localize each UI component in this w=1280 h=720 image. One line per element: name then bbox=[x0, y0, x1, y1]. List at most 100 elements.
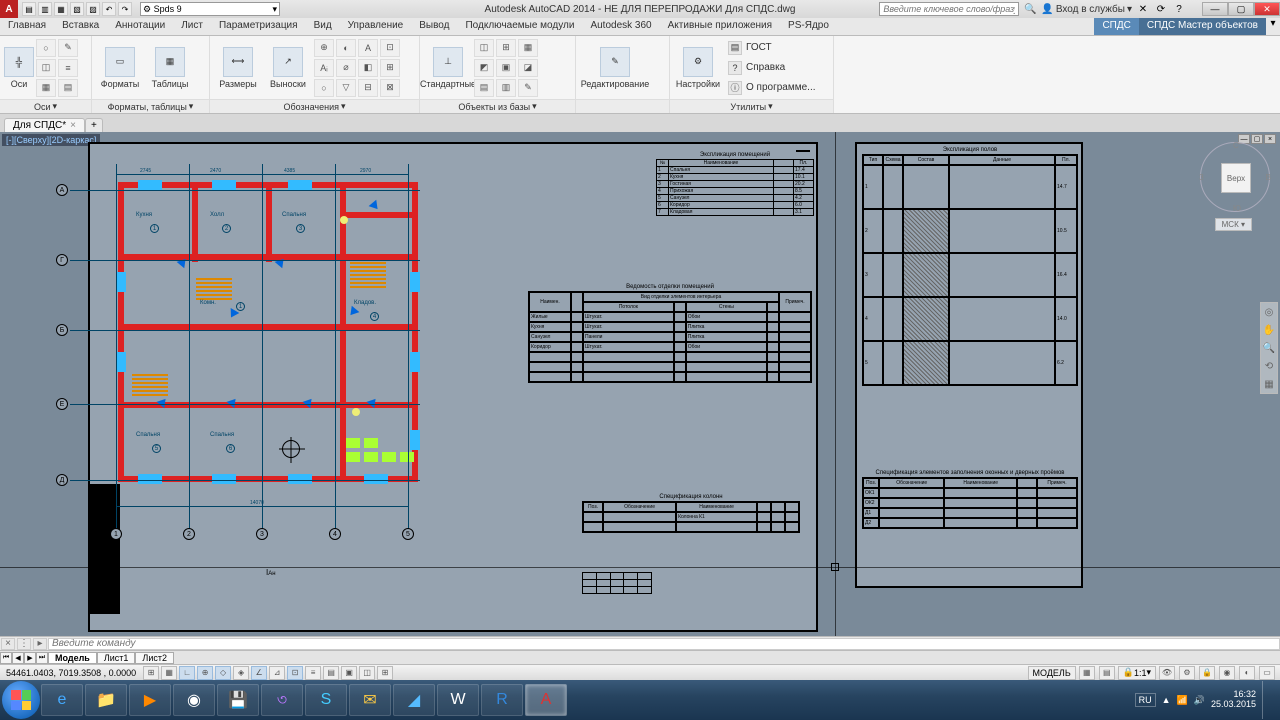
about-button[interactable]: ⓘО программе... bbox=[724, 79, 820, 97]
osnap3d-toggle[interactable]: ◈ bbox=[233, 666, 249, 680]
quickview-drawings-icon[interactable]: ▤ bbox=[1099, 666, 1115, 680]
viewport-label[interactable]: [-][Сверху][2D-каркас] bbox=[2, 134, 100, 146]
help-search-input[interactable] bbox=[879, 2, 1019, 16]
ann-7[interactable]: ◧ bbox=[358, 59, 378, 77]
taskbar-revit-icon[interactable]: R bbox=[481, 684, 523, 716]
coordinates-readout[interactable]: 54461.0403, 7019.3508 , 0.0000 bbox=[0, 668, 142, 678]
nav-showmotion-icon[interactable]: ▦ bbox=[1261, 375, 1277, 393]
tab-home[interactable]: Главная bbox=[0, 18, 54, 35]
ducs-toggle[interactable]: ⊿ bbox=[269, 666, 285, 680]
osnap-toggle[interactable]: ◇ bbox=[215, 666, 231, 680]
tab-output[interactable]: Вывод bbox=[411, 18, 457, 35]
taskbar-chrome-icon[interactable]: ◉ bbox=[173, 684, 215, 716]
db-7[interactable]: ▤ bbox=[474, 79, 494, 97]
sc-toggle[interactable]: ◫ bbox=[359, 666, 375, 680]
layout-nav-last[interactable]: ⏭ bbox=[36, 652, 48, 664]
maximize-button[interactable]: ▢ bbox=[1228, 2, 1254, 16]
qat-open-icon[interactable]: ▥ bbox=[38, 2, 52, 16]
ann-2[interactable]: ◐ bbox=[336, 39, 356, 57]
language-indicator[interactable]: RU bbox=[1135, 693, 1156, 707]
cmdline-close-icon[interactable]: × bbox=[1, 638, 15, 650]
drawing-area[interactable]: [-][Сверху][2D-каркас] — ▢ × bbox=[0, 132, 1280, 636]
start-button[interactable] bbox=[2, 681, 40, 719]
qat-plot-icon[interactable]: ▨ bbox=[86, 2, 100, 16]
quickview-layouts-icon[interactable]: ▦ bbox=[1079, 666, 1095, 680]
am-toggle[interactable]: ⊞ bbox=[377, 666, 393, 680]
db-6[interactable]: ◪ bbox=[518, 59, 538, 77]
dyn-toggle[interactable]: ⊡ bbox=[287, 666, 303, 680]
ann-4[interactable]: ⊡ bbox=[380, 39, 400, 57]
model-space-button[interactable]: МОДЕЛЬ bbox=[1028, 666, 1076, 680]
help-button[interactable]: ?Справка bbox=[724, 59, 820, 77]
view-cube-face[interactable]: Верх bbox=[1221, 163, 1251, 193]
panel-formats-title[interactable]: Форматы, таблицы ▾ bbox=[92, 99, 209, 113]
ann-3[interactable]: A bbox=[358, 39, 378, 57]
qp-toggle[interactable]: ▣ bbox=[341, 666, 357, 680]
new-document-tab[interactable]: + bbox=[85, 118, 103, 132]
formats-button[interactable]: ▭Форматы bbox=[96, 47, 144, 89]
otrack-toggle[interactable]: ∠ bbox=[251, 666, 267, 680]
taskbar-ie-icon[interactable]: e bbox=[41, 684, 83, 716]
tab-layout[interactable]: Лист bbox=[173, 18, 211, 35]
nav-zoom-icon[interactable]: 🔍 bbox=[1261, 339, 1277, 357]
db-2[interactable]: ⊞ bbox=[496, 39, 516, 57]
tables-button[interactable]: ▦Таблицы bbox=[146, 47, 194, 89]
tab-a360[interactable]: Autodesk 360 bbox=[582, 18, 659, 35]
workspace-combo[interactable]: ⚙ Spds 9▾ bbox=[140, 2, 280, 16]
command-input[interactable] bbox=[48, 638, 1280, 650]
taskbar-explorer-icon[interactable]: 📁 bbox=[85, 684, 127, 716]
ann-10[interactable]: ▽ bbox=[336, 79, 356, 97]
db-9[interactable]: ✎ bbox=[518, 79, 538, 97]
document-tab[interactable]: Для СПДС*× bbox=[4, 118, 85, 132]
polar-toggle[interactable]: ⊕ bbox=[197, 666, 213, 680]
axes-tool-4[interactable]: ≡ bbox=[58, 59, 78, 77]
layout-nav-first[interactable]: ⏮ bbox=[0, 652, 12, 664]
tray-volume-icon[interactable]: 🔊 bbox=[1194, 695, 1205, 706]
leaders-button[interactable]: ↗Выноски bbox=[264, 47, 312, 89]
tray-network-icon[interactable]: 📶 bbox=[1177, 695, 1188, 706]
nav-wheel-icon[interactable]: ◎ bbox=[1261, 303, 1277, 321]
layout-nav-next[interactable]: ▶ bbox=[24, 652, 36, 664]
ann-12[interactable]: ⊠ bbox=[380, 79, 400, 97]
search-icon[interactable]: 🔍 bbox=[1023, 2, 1037, 16]
ortho-toggle[interactable]: ∟ bbox=[179, 666, 195, 680]
tpy-toggle[interactable]: ▤ bbox=[323, 666, 339, 680]
dimensions-button[interactable]: ⟷Размеры bbox=[214, 47, 262, 89]
taskbar-autocad-icon[interactable]: A bbox=[525, 684, 567, 716]
taskbar-media-icon[interactable]: ▶ bbox=[129, 684, 171, 716]
tab-view[interactable]: Вид bbox=[306, 18, 340, 35]
cmdline-options-icon[interactable]: ⋮ bbox=[17, 638, 31, 650]
axes-tool-5[interactable]: ▦ bbox=[36, 79, 56, 97]
close-tab-icon[interactable]: × bbox=[70, 120, 76, 131]
snap-toggle[interactable]: ⊞ bbox=[143, 666, 159, 680]
axes-tool-1[interactable]: ○ bbox=[36, 39, 56, 57]
layout-tab-1[interactable]: Лист1 bbox=[97, 652, 136, 664]
db-8[interactable]: ▥ bbox=[496, 79, 516, 97]
edit-button[interactable]: ✎Редактирование bbox=[580, 47, 650, 89]
tab-insert[interactable]: Вставка bbox=[54, 18, 107, 35]
panel-axes-title[interactable]: Оси ▾ bbox=[0, 99, 91, 113]
tab-plugins[interactable]: Подключаемые модули bbox=[457, 18, 582, 35]
isolate-objects-icon[interactable]: ◐ bbox=[1239, 666, 1255, 680]
app-menu-icon[interactable]: A bbox=[0, 0, 18, 18]
hardware-accel-icon[interactable]: ◉ bbox=[1219, 666, 1235, 680]
settings-button[interactable]: ⚙Настройки bbox=[674, 47, 722, 89]
workspace-switch-icon[interactable]: ⚙ bbox=[1179, 666, 1195, 680]
taskbar-app4-icon[interactable]: ◢ bbox=[393, 684, 435, 716]
axes-tool-3[interactable]: ◫ bbox=[36, 59, 56, 77]
ann-11[interactable]: ⊟ bbox=[358, 79, 378, 97]
gost-button[interactable]: ▤ГОСТ bbox=[724, 39, 820, 57]
show-desktop-button[interactable] bbox=[1262, 681, 1272, 719]
minimize-button[interactable]: — bbox=[1202, 2, 1228, 16]
ann-5[interactable]: Aᵢ bbox=[314, 59, 334, 77]
clean-screen-icon[interactable]: ▭ bbox=[1259, 666, 1275, 680]
sign-in-button[interactable]: 👤Вход в службы▾ bbox=[1041, 4, 1132, 15]
db-5[interactable]: ▣ bbox=[496, 59, 516, 77]
grid-toggle[interactable]: ▦ bbox=[161, 666, 177, 680]
qat-redo-icon[interactable]: ↷ bbox=[118, 2, 132, 16]
taskbar-word-icon[interactable]: W bbox=[437, 684, 479, 716]
taskbar-swirl-icon[interactable]: ৩ bbox=[261, 684, 303, 716]
qat-save-icon[interactable]: ▦ bbox=[54, 2, 68, 16]
stay-connected-icon[interactable]: ⟳ bbox=[1154, 2, 1168, 16]
tab-ps-core[interactable]: PS-Ядро bbox=[780, 18, 837, 35]
